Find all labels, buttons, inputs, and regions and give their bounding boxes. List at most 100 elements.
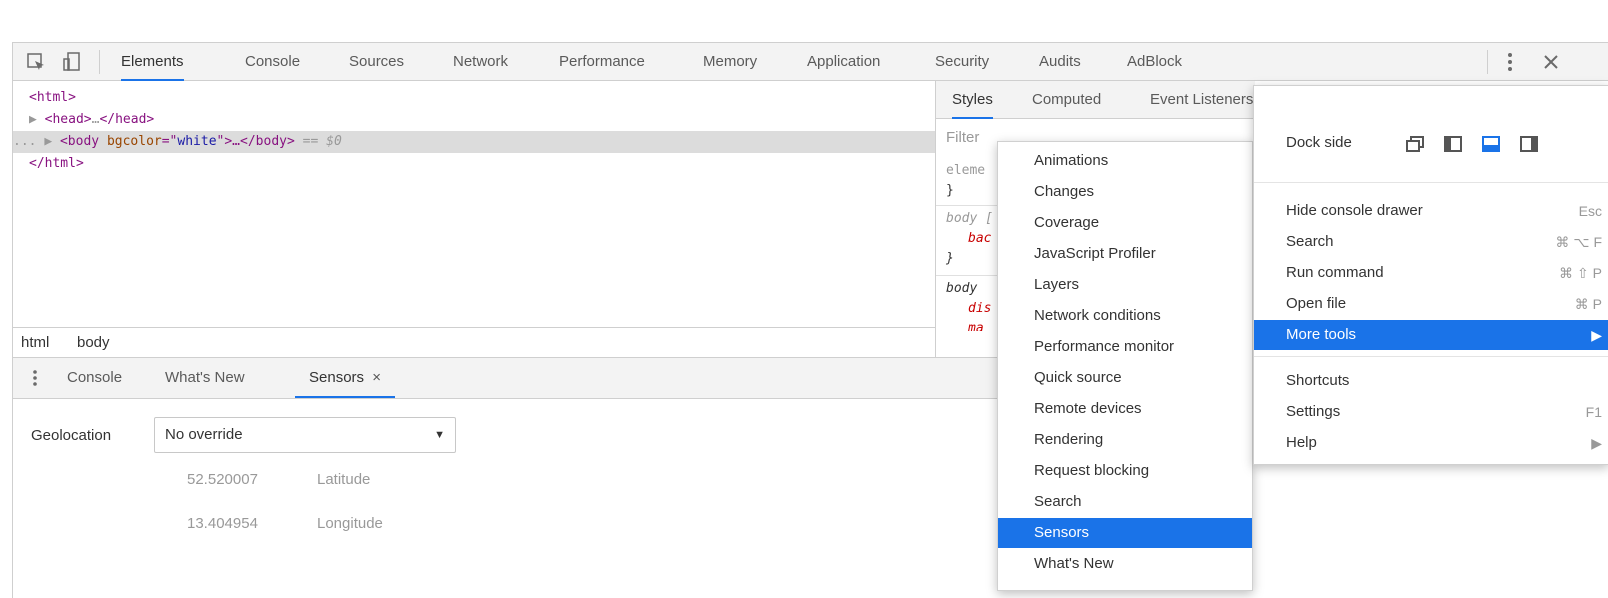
- dom-node-body[interactable]: ... ▶ <body bgcolor="white">…</body> == …: [13, 131, 342, 153]
- breadcrumb-item-html[interactable]: html: [21, 328, 49, 358]
- menu-item-remote-devices[interactable]: Remote devices: [998, 394, 1252, 424]
- drawer-tab-console[interactable]: Console: [67, 358, 122, 398]
- expand-triangle-icon[interactable]: ▶: [29, 112, 37, 127]
- rule-divider: [936, 205, 998, 206]
- row-ellipsis[interactable]: ...: [13, 134, 36, 149]
- drawer-tab-sensors[interactable]: Sensors ×: [295, 358, 395, 398]
- tab-network[interactable]: Network: [453, 43, 508, 81]
- menu-item-label: Shortcuts: [1286, 372, 1350, 389]
- body-close-tag: ">…</body>: [216, 134, 295, 149]
- undock-icon[interactable]: [1406, 136, 1424, 152]
- geolocation-selected-value: No override: [165, 426, 243, 443]
- dropdown-caret-icon: ▼: [434, 429, 445, 441]
- menu-item-label: Rendering: [1034, 431, 1104, 448]
- breadcrumb-item-body[interactable]: body: [77, 328, 110, 358]
- menu-item-performance-monitor[interactable]: Performance monitor: [998, 332, 1252, 362]
- menu-item-search[interactable]: Search: [998, 487, 1252, 517]
- dom-node-head[interactable]: ▶ <head>…</head>: [29, 109, 154, 131]
- dom-node-html-close[interactable]: </html>: [29, 153, 84, 175]
- geolocation-select[interactable]: No override ▼: [154, 417, 456, 453]
- tab-console[interactable]: Console: [245, 43, 300, 81]
- expand-triangle-icon[interactable]: ▶: [44, 134, 52, 149]
- toolbar-divider: [99, 50, 100, 74]
- head-close-tag: </head>: [99, 112, 155, 127]
- menu-item-quick-source[interactable]: Quick source: [998, 363, 1252, 393]
- styles-tabbar: Styles Computed Event Listeners: [936, 81, 1255, 119]
- menu-item-label: Settings: [1286, 403, 1341, 420]
- menu-item-label: Performance monitor: [1034, 338, 1175, 355]
- menu-item-changes[interactable]: Changes: [998, 177, 1252, 207]
- menu-item-more-tools[interactable]: More tools ▶: [1254, 320, 1608, 350]
- rule-selector: body: [946, 281, 978, 296]
- menu-item-hide-console-drawer[interactable]: Hide console drawer Esc: [1254, 196, 1608, 226]
- tab-styles[interactable]: Styles: [952, 81, 993, 119]
- vertical-ellipsis-icon[interactable]: [1503, 49, 1517, 81]
- menu-item-settings[interactable]: Settings F1: [1254, 397, 1608, 427]
- close-icon[interactable]: [1541, 49, 1561, 81]
- menu-item-search[interactable]: Search ⌘ ⌥ F: [1254, 227, 1608, 257]
- menu-item-sensors[interactable]: Sensors: [998, 518, 1252, 548]
- close-tab-icon[interactable]: ×: [372, 369, 381, 386]
- latitude-value: 52.520007: [187, 471, 258, 488]
- styles-filter-input[interactable]: Filter: [946, 129, 979, 146]
- menu-item-shortcut: ⌘ ⌥ F: [1555, 234, 1602, 250]
- menu-item-network-conditions[interactable]: Network conditions: [998, 301, 1252, 331]
- menu-item-open-file[interactable]: Open file ⌘ P: [1254, 289, 1608, 319]
- tab-audits[interactable]: Audits: [1039, 43, 1081, 81]
- inspect-element-icon[interactable]: [25, 51, 47, 73]
- html-close-tag: </html>: [29, 156, 84, 171]
- rule-divider: [936, 275, 998, 276]
- menu-item-run-command[interactable]: Run command ⌘ ⇧ P: [1254, 258, 1608, 288]
- drawer-tab-whats-new[interactable]: What's New: [165, 358, 245, 398]
- menu-item-whats-new[interactable]: What's New: [998, 549, 1252, 579]
- menu-item-request-blocking[interactable]: Request blocking: [998, 456, 1252, 486]
- menu-item-javascript-profiler[interactable]: JavaScript Profiler: [998, 239, 1252, 269]
- menu-item-help[interactable]: Help ▶: [1254, 428, 1608, 458]
- menu-item-shortcut: F1: [1585, 404, 1602, 420]
- longitude-value: 13.404954: [187, 515, 258, 532]
- bgcolor-attribute: bgcolor: [106, 134, 162, 149]
- menu-item-label: Layers: [1034, 276, 1080, 293]
- tab-elements[interactable]: Elements: [121, 43, 184, 81]
- rule-property: bac: [968, 231, 992, 246]
- selected-node-marker: == $0: [302, 134, 342, 149]
- menu-item-label: JavaScript Profiler: [1034, 245, 1156, 262]
- attr-equals: =": [161, 134, 178, 149]
- menu-item-shortcut: ⌘ ⇧ P: [1559, 265, 1602, 281]
- dom-tree: <html> ▶ <head>…</head> ... ▶ <body bgco…: [13, 81, 935, 325]
- tab-memory[interactable]: Memory: [703, 43, 757, 81]
- submenu-arrow-icon: ▶: [1591, 327, 1602, 343]
- menu-item-label: Open file: [1286, 295, 1347, 312]
- tab-application[interactable]: Application: [807, 43, 880, 81]
- menu-divider: [1254, 182, 1608, 183]
- bgcolor-value: white: [177, 134, 217, 149]
- menu-item-label: Help: [1286, 434, 1317, 451]
- menu-item-label: What's New: [1034, 555, 1114, 572]
- rule-property: dis: [968, 301, 992, 316]
- menu-item-label: Search: [1286, 233, 1334, 250]
- menu-item-label: Search: [1034, 493, 1082, 510]
- html-open-tag: <html>: [29, 90, 76, 105]
- menu-item-shortcuts[interactable]: Shortcuts: [1254, 366, 1608, 396]
- tab-security[interactable]: Security: [935, 43, 989, 81]
- menu-item-layers[interactable]: Layers: [998, 270, 1252, 300]
- customize-menu: Dock side Hide console drawer Esc Search ⌘…: [1253, 85, 1608, 465]
- tab-adblock[interactable]: AdBlock: [1127, 43, 1182, 81]
- tab-computed[interactable]: Computed: [1032, 81, 1101, 119]
- tab-event-listeners[interactable]: Event Listeners: [1150, 81, 1253, 119]
- tab-performance[interactable]: Performance: [559, 43, 645, 81]
- menu-item-coverage[interactable]: Coverage: [998, 208, 1252, 238]
- latitude-label: Latitude: [317, 471, 371, 488]
- dock-left-icon[interactable]: [1444, 136, 1462, 152]
- menu-item-rendering[interactable]: Rendering: [998, 425, 1252, 455]
- dock-right-icon[interactable]: [1520, 136, 1538, 152]
- dom-node-html[interactable]: <html>: [29, 87, 76, 109]
- body-open-tag: <body: [59, 134, 100, 149]
- menu-item-animations[interactable]: Animations: [998, 146, 1252, 176]
- drawer-menu-icon[interactable]: [31, 368, 39, 392]
- menu-item-label: Run command: [1286, 264, 1384, 281]
- device-toolbar-icon[interactable]: [61, 51, 83, 73]
- dock-bottom-icon[interactable]: [1482, 136, 1500, 152]
- tab-sources[interactable]: Sources: [349, 43, 404, 81]
- style-rule-element: eleme }: [946, 161, 985, 201]
